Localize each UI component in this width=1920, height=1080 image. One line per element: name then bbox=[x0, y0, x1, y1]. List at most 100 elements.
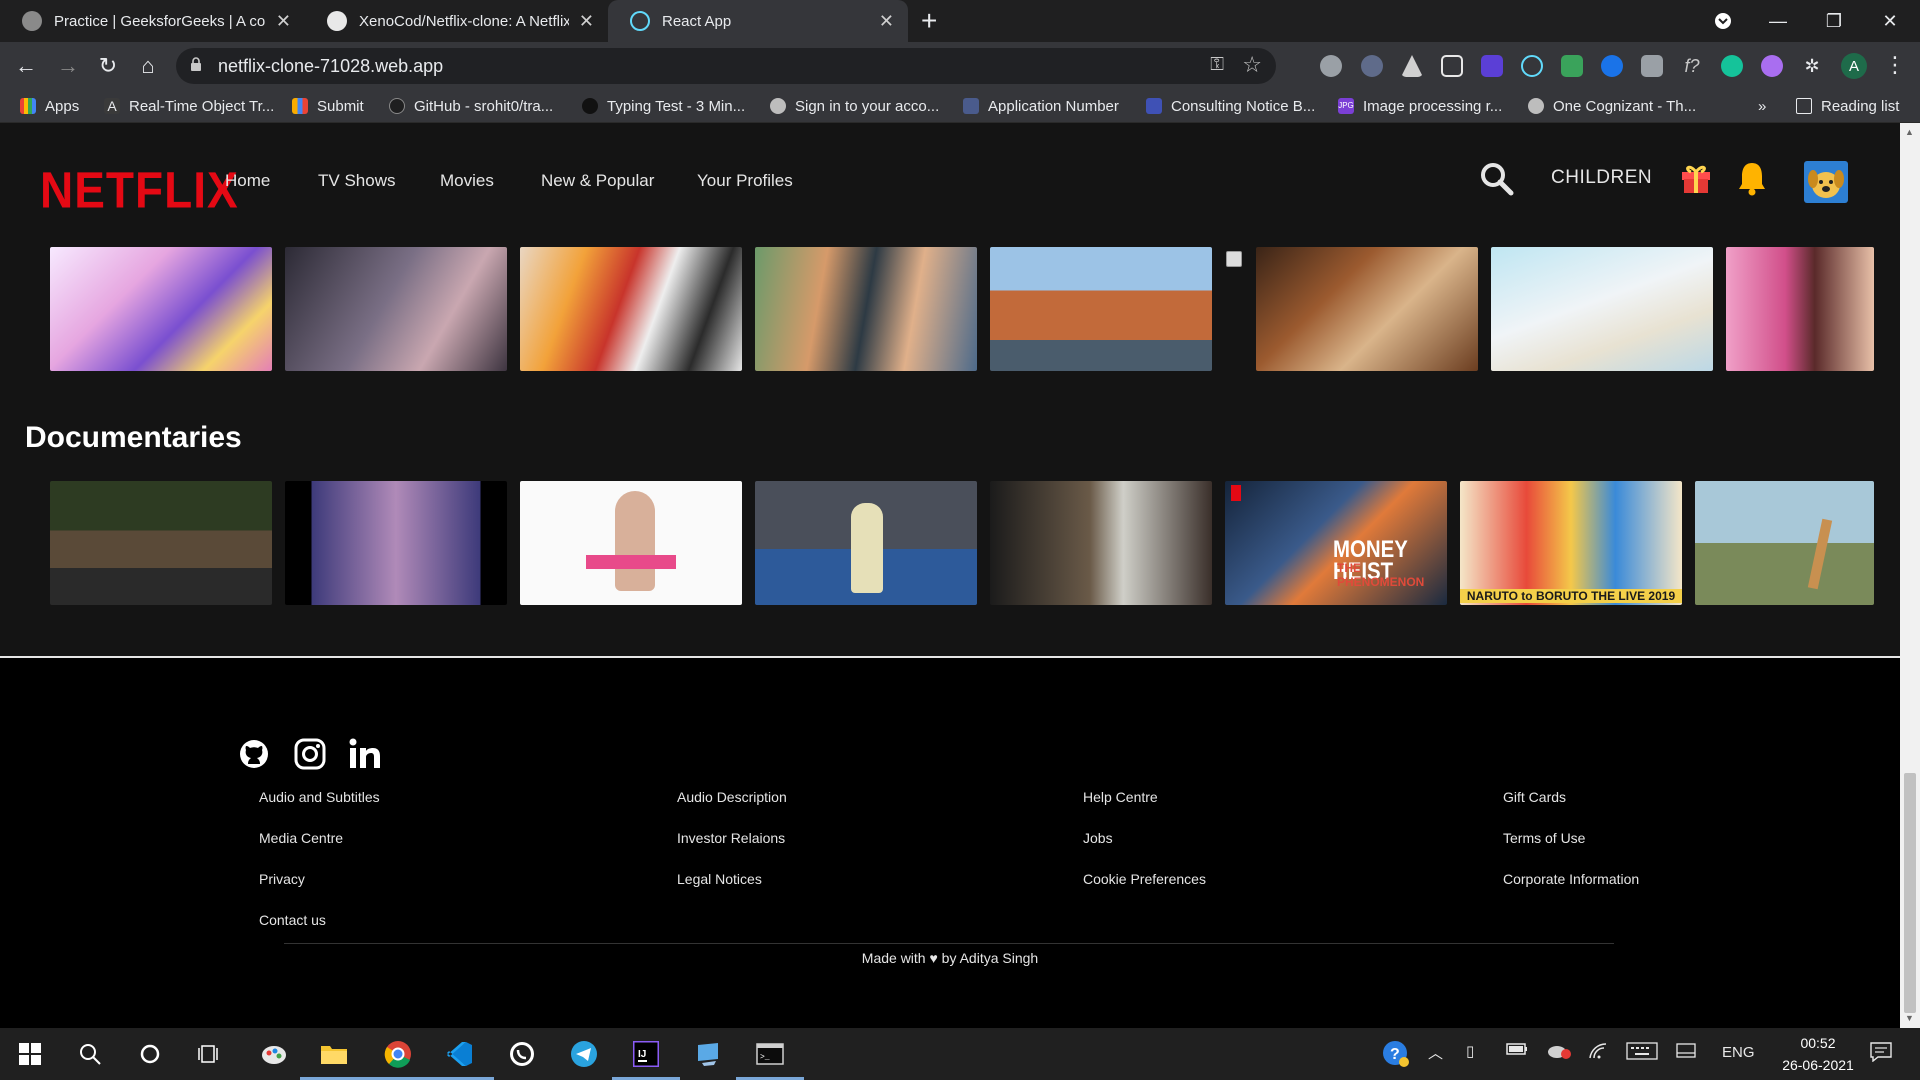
close-tab-icon[interactable]: ✕ bbox=[579, 11, 594, 32]
help-icon[interactable]: ? bbox=[1382, 1040, 1410, 1072]
footer-link[interactable]: Terms of Use bbox=[1503, 830, 1585, 846]
nav-new-popular[interactable]: New & Popular bbox=[541, 171, 654, 191]
cloud-sync-error-icon[interactable] bbox=[1546, 1042, 1572, 1064]
paint-app-icon[interactable] bbox=[256, 1036, 292, 1072]
bookmarks-overflow-button[interactable]: » bbox=[1758, 90, 1766, 122]
extension-icon[interactable] bbox=[1401, 55, 1423, 77]
vscode-icon[interactable] bbox=[426, 1036, 494, 1080]
footer-link[interactable]: Gift Cards bbox=[1503, 789, 1566, 805]
windows-start-icon[interactable] bbox=[12, 1036, 48, 1072]
file-explorer-icon[interactable] bbox=[300, 1036, 368, 1080]
taskbar-clock[interactable]: 00:52 26-06-2021 bbox=[1773, 1032, 1863, 1076]
gift-icon[interactable] bbox=[1679, 161, 1713, 195]
movie-thumbnail[interactable] bbox=[1256, 247, 1478, 371]
terminal-icon[interactable]: >_ bbox=[736, 1036, 804, 1080]
extension-icon[interactable] bbox=[1481, 55, 1503, 77]
close-tab-icon[interactable]: ✕ bbox=[276, 11, 291, 32]
intellij-icon[interactable]: IJ bbox=[612, 1036, 680, 1080]
bookmark-star-icon[interactable]: ☆ bbox=[1242, 52, 1262, 78]
extension-icon[interactable] bbox=[1320, 55, 1342, 77]
bookmark-item[interactable]: Application Number bbox=[963, 90, 1119, 122]
bookmark-item[interactable]: JPG Image processing r... bbox=[1338, 90, 1502, 122]
movie-thumbnail[interactable] bbox=[50, 481, 272, 605]
movie-thumbnail[interactable]: NARUTO to BORUTO THE LIVE 2019 bbox=[1460, 481, 1682, 605]
profile-children-label[interactable]: CHILDREN bbox=[1551, 167, 1652, 189]
footer-link[interactable]: Media Centre bbox=[259, 830, 343, 846]
battery-icon[interactable] bbox=[1506, 1042, 1528, 1060]
display-icon[interactable] bbox=[1676, 1042, 1696, 1064]
extension-icon[interactable] bbox=[1361, 55, 1383, 77]
bookmark-item[interactable]: Consulting Notice B... bbox=[1146, 90, 1315, 122]
telegram-icon[interactable] bbox=[566, 1036, 602, 1072]
extension-icon[interactable] bbox=[1561, 55, 1583, 77]
notification-center-icon[interactable] bbox=[1870, 1042, 1892, 1066]
forward-button[interactable]: → bbox=[52, 50, 84, 82]
page-scrollbar[interactable]: ▲ ▼ bbox=[1900, 123, 1920, 1028]
footer-link[interactable]: Corporate Information bbox=[1503, 871, 1639, 887]
menu-kebab-icon[interactable]: ⋮ bbox=[1884, 52, 1906, 78]
restore-button[interactable]: ❐ bbox=[1806, 0, 1862, 42]
home-button[interactable]: ⌂ bbox=[132, 50, 164, 82]
bookmark-item[interactable]: Sign in to your acco... bbox=[770, 90, 939, 122]
close-tab-icon[interactable]: ✕ bbox=[879, 11, 894, 32]
footer-link[interactable]: Legal Notices bbox=[677, 871, 762, 887]
camera-icon[interactable] bbox=[1641, 55, 1663, 77]
bookmark-item[interactable]: Submit bbox=[292, 90, 364, 122]
back-button[interactable]: ← bbox=[10, 50, 42, 82]
footer-link[interactable]: Cookie Preferences bbox=[1083, 871, 1206, 887]
wifi-icon[interactable] bbox=[1588, 1042, 1608, 1064]
profile-avatar[interactable]: A bbox=[1841, 53, 1867, 79]
nav-home[interactable]: Home bbox=[225, 171, 270, 191]
instagram-icon[interactable] bbox=[294, 738, 326, 770]
tab-github[interactable]: XenoCod/Netflix-clone: A Netflix ✕ bbox=[305, 0, 608, 42]
cortana-icon[interactable] bbox=[132, 1036, 168, 1072]
movie-thumbnail[interactable] bbox=[1695, 481, 1874, 605]
movie-thumbnail[interactable] bbox=[520, 481, 742, 605]
minimize-button[interactable]: — bbox=[1750, 0, 1806, 42]
task-view-icon[interactable] bbox=[192, 1036, 228, 1072]
movie-thumbnail[interactable] bbox=[50, 247, 272, 371]
footer-link[interactable]: Help Centre bbox=[1083, 789, 1158, 805]
key-icon[interactable]: ⚿ bbox=[1210, 54, 1224, 75]
keyboard-icon[interactable] bbox=[1626, 1042, 1658, 1064]
close-window-button[interactable]: ✕ bbox=[1862, 0, 1918, 42]
tab-search-icon[interactable] bbox=[1695, 0, 1751, 42]
language-indicator[interactable]: ENG bbox=[1722, 1044, 1755, 1061]
nav-tv-shows[interactable]: TV Shows bbox=[318, 171, 395, 191]
chevron-up-icon[interactable]: ︿ bbox=[1428, 1042, 1443, 1063]
grammarly-icon[interactable] bbox=[1721, 55, 1743, 77]
extension-icon[interactable] bbox=[1761, 55, 1783, 77]
footer-link[interactable]: Audio Description bbox=[677, 789, 787, 805]
formula-icon[interactable]: f? bbox=[1681, 55, 1703, 77]
bookmark-apps[interactable]: Apps bbox=[20, 90, 79, 122]
whatsapp-icon[interactable] bbox=[504, 1036, 540, 1072]
scroll-up-arrow-icon[interactable]: ▲ bbox=[1905, 127, 1914, 137]
footer-link[interactable]: Contact us bbox=[259, 912, 326, 928]
nav-your-profiles[interactable]: Your Profiles bbox=[697, 171, 793, 191]
movie-thumbnail[interactable] bbox=[285, 247, 507, 371]
tab-geeksforgeeks[interactable]: Practice | GeeksforGeeks | A com ✕ bbox=[0, 0, 305, 42]
netflix-logo[interactable]: NETFLIX bbox=[40, 160, 239, 219]
github-icon[interactable] bbox=[238, 738, 270, 770]
movie-thumbnail[interactable]: MONEY HEIST THE PHENOMENON bbox=[1225, 481, 1447, 605]
search-icon[interactable] bbox=[1479, 161, 1515, 197]
tab-react-app[interactable]: React App ✕ bbox=[608, 0, 908, 42]
footer-link[interactable]: Privacy bbox=[259, 871, 305, 887]
movie-thumbnail[interactable] bbox=[520, 247, 742, 371]
movie-thumbnail[interactable] bbox=[990, 481, 1212, 605]
search-icon[interactable] bbox=[72, 1036, 108, 1072]
footer-link[interactable]: Jobs bbox=[1083, 830, 1113, 846]
scroll-down-arrow-icon[interactable]: ▼ bbox=[1905, 1013, 1914, 1023]
movie-thumbnail[interactable] bbox=[755, 481, 977, 605]
scrollbar-thumb[interactable] bbox=[1904, 773, 1916, 1013]
puzzle-icon[interactable]: ✲ bbox=[1801, 55, 1823, 77]
address-bar[interactable]: netflix-clone-71028.web.app ⚿ ☆ bbox=[176, 48, 1276, 84]
profile-avatar[interactable] bbox=[1804, 161, 1848, 203]
linkedin-icon[interactable] bbox=[348, 738, 382, 770]
movie-thumbnail[interactable] bbox=[990, 247, 1212, 371]
bookmark-item[interactable]: Typing Test - 3 Min... bbox=[582, 90, 745, 122]
footer-link[interactable]: Investor Relaions bbox=[677, 830, 785, 846]
phone-link-icon[interactable]: ▯ bbox=[1466, 1042, 1474, 1060]
movie-thumbnail[interactable] bbox=[755, 247, 977, 371]
new-tab-button[interactable]: + bbox=[921, 6, 937, 36]
